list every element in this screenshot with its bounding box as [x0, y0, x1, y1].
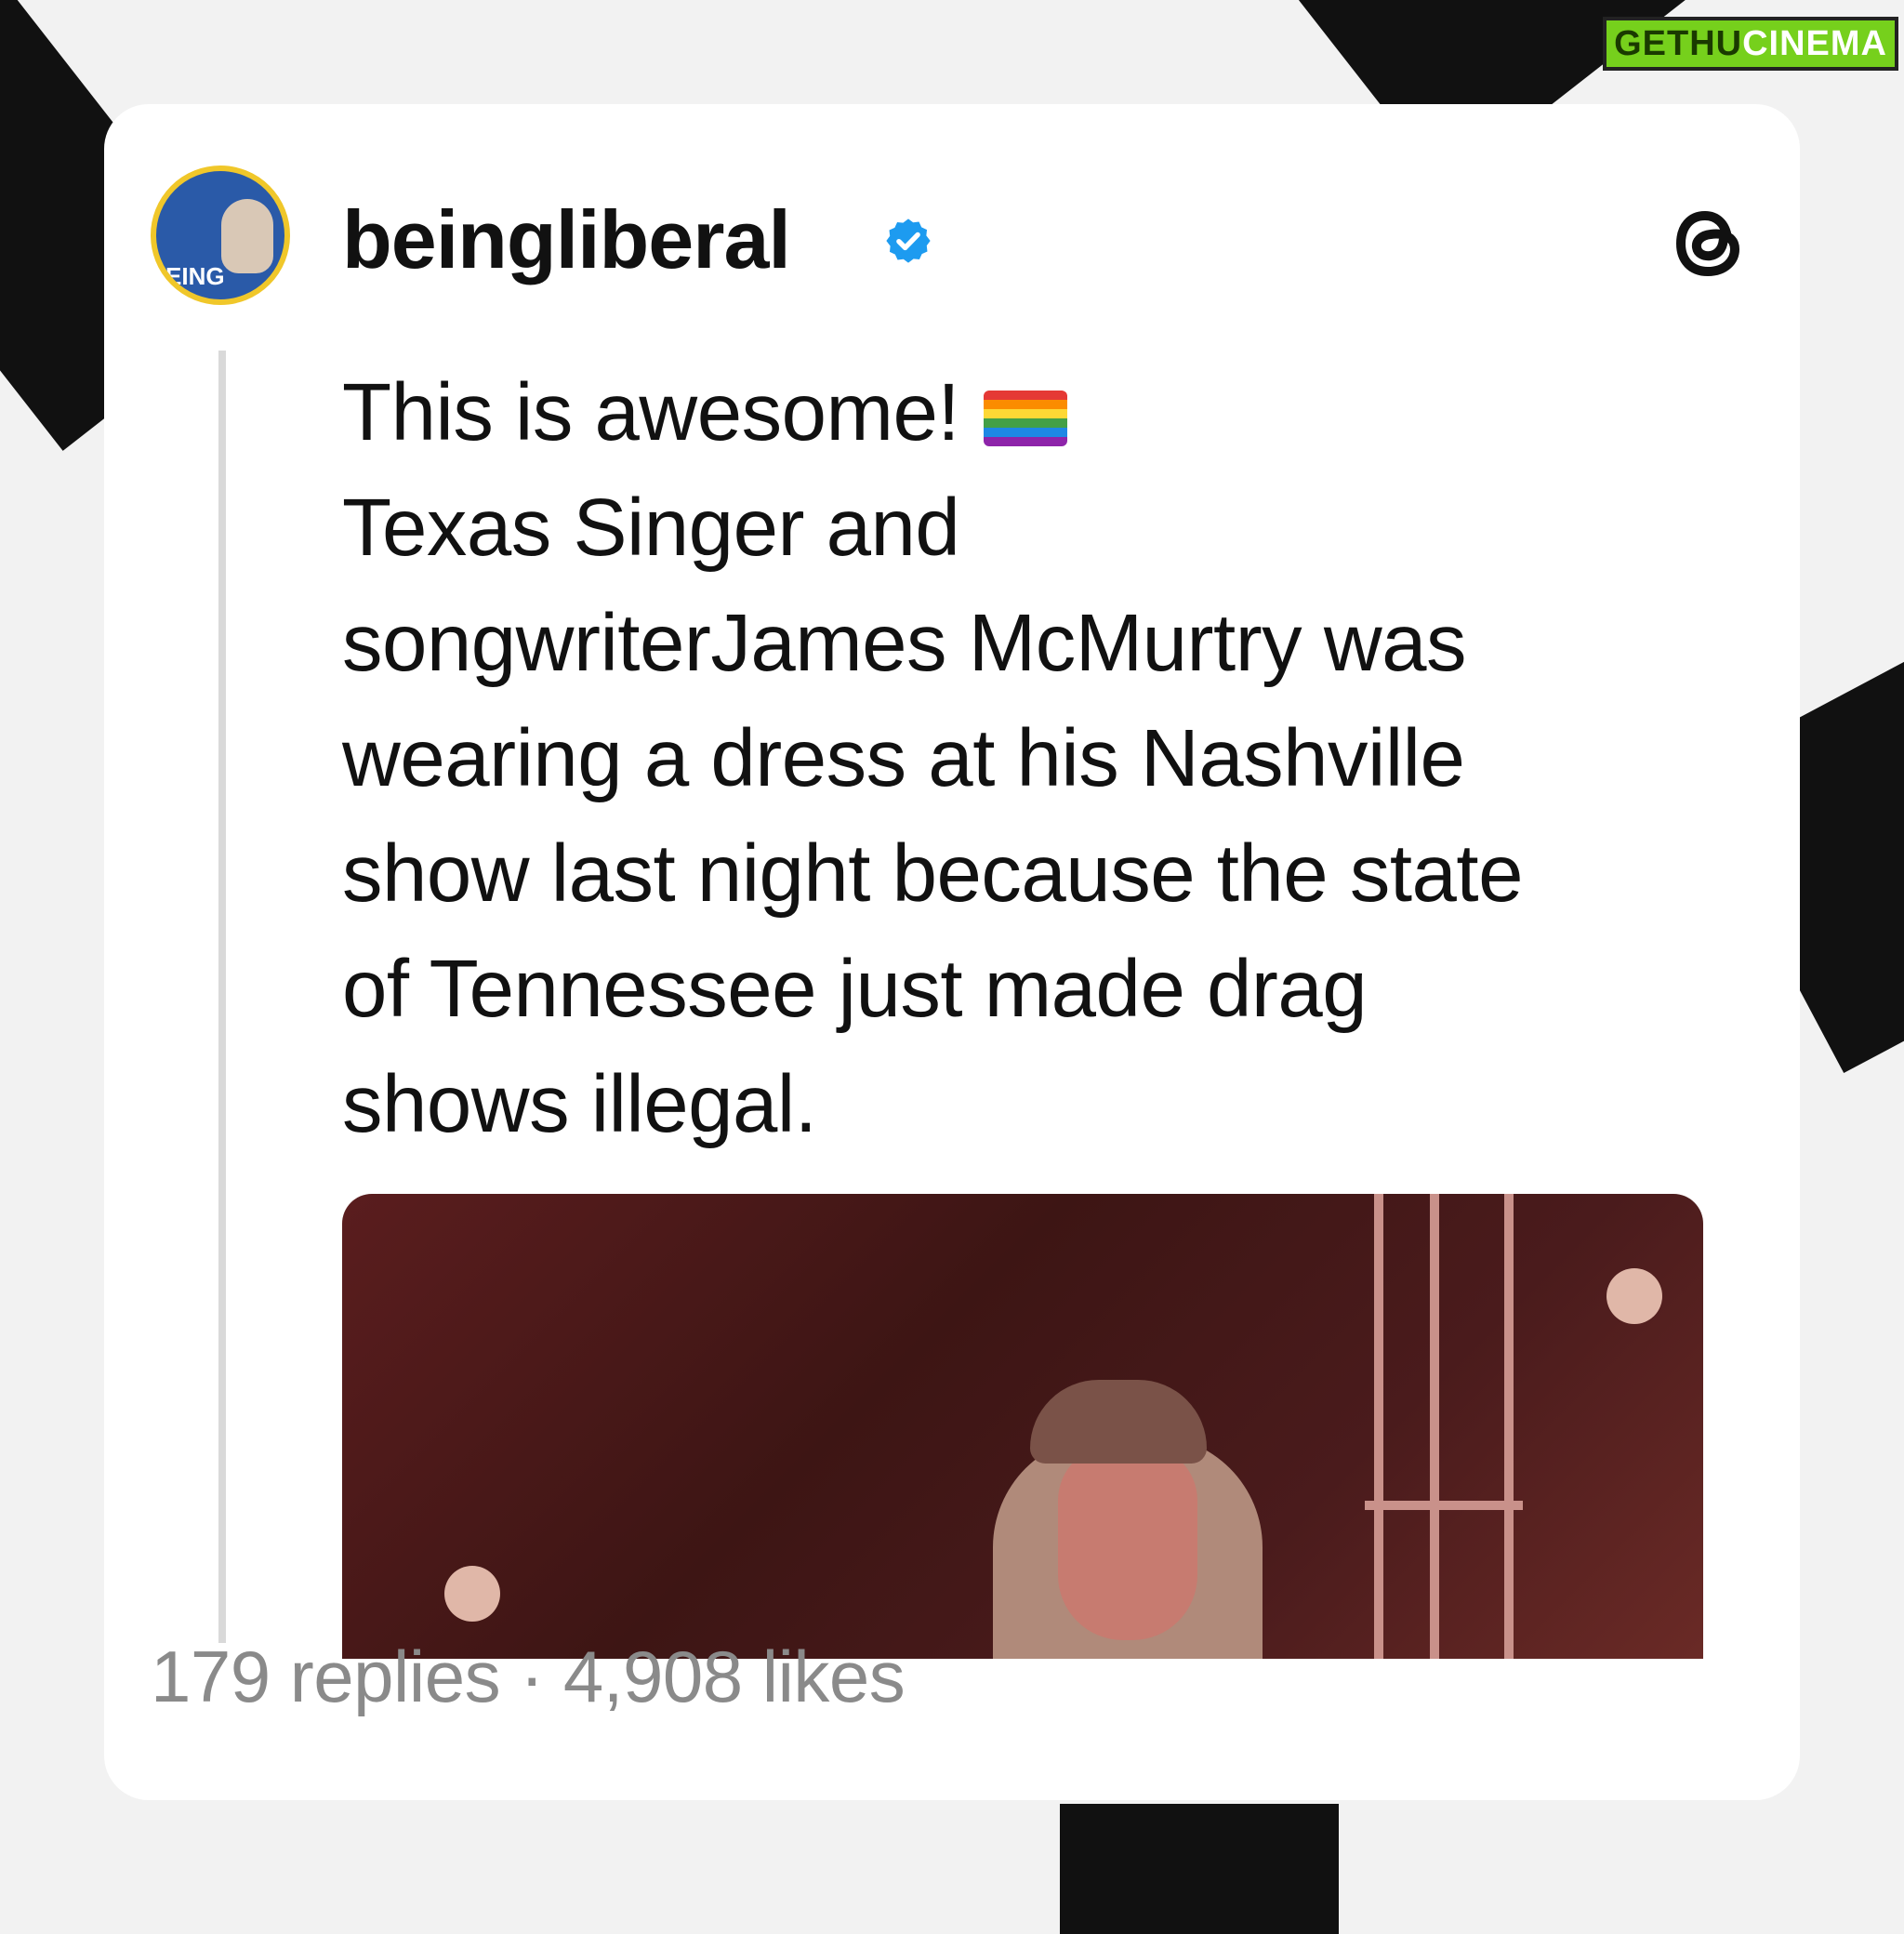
post-text-line: shows illegal.	[342, 1059, 817, 1149]
threads-logo-icon[interactable]	[1662, 197, 1755, 290]
post-text: This is awesome! Texas Singer and songwr…	[342, 355, 1755, 1162]
post-text-line: This is awesome!	[342, 355, 1755, 470]
microphone	[444, 1566, 500, 1622]
post-stats[interactable]: 179 replies · 4,908 likes	[151, 1635, 906, 1719]
background-shape	[1060, 1804, 1339, 1934]
post-photo[interactable]	[342, 1194, 1703, 1659]
post-text-line: Texas Singer and	[342, 483, 960, 573]
avatar[interactable]: EING	[151, 166, 290, 305]
verified-badge-icon	[886, 219, 931, 263]
watermark-logo: GETHU CINEMA	[1603, 17, 1898, 71]
post-text-line: songwriterJames McMurtry was	[342, 598, 1467, 688]
username[interactable]: beingliberal	[342, 192, 791, 287]
rainbow-flag-icon	[984, 391, 1068, 447]
thread-line	[218, 351, 226, 1643]
microphone	[1606, 1268, 1662, 1324]
post-text-line: wearing a dress at his Nashville	[342, 713, 1465, 803]
post-card[interactable]: EING beingliberal This is awesome! Texas…	[104, 104, 1800, 1800]
post-text-line: of Tennessee just made drag	[342, 944, 1368, 1034]
post-text-line: show last night because the state	[342, 828, 1523, 919]
